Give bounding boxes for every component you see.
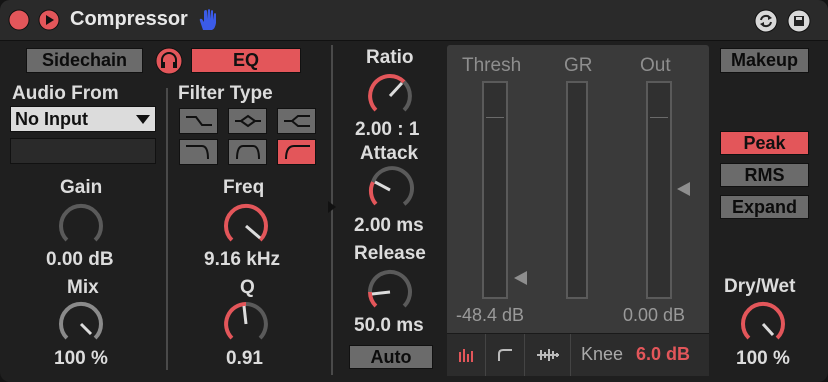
out-value: 0.00 dB	[623, 305, 686, 325]
gr-meter	[566, 81, 588, 299]
rms-button[interactable]: RMS	[720, 163, 809, 187]
release-label: Release	[354, 243, 426, 264]
filter-bell-button[interactable]	[228, 139, 267, 165]
activity-icon	[536, 349, 559, 361]
drywet-knob[interactable]	[737, 298, 789, 350]
sidechain-button[interactable]: Sidechain	[26, 48, 143, 73]
highpass-icon	[284, 145, 310, 160]
attack-value: 2.00 ms	[354, 215, 424, 236]
headphones-icon[interactable]	[155, 47, 183, 75]
mix-value: 100 %	[54, 348, 108, 369]
activity-view-button[interactable]	[525, 334, 571, 376]
attack-knob[interactable]	[364, 164, 416, 216]
out-pointer[interactable]	[677, 182, 691, 196]
audio-from-value: No Input	[15, 109, 88, 129]
mix-label: Mix	[67, 277, 99, 298]
auto-release-button[interactable]: Auto	[349, 345, 433, 369]
freq-label: Freq	[223, 177, 265, 198]
play-icon[interactable]	[38, 9, 60, 31]
filter-type-label: Filter Type	[178, 83, 273, 104]
knee-value[interactable]: 6.0 dB	[636, 344, 690, 365]
gr-header: GR	[564, 55, 593, 76]
freq-knob[interactable]	[220, 200, 272, 252]
freq-value: 9.16 kHz	[204, 249, 281, 270]
thresh-meter[interactable]	[482, 81, 508, 299]
release-value: 50.0 ms	[354, 315, 424, 336]
chevron-down-icon	[136, 115, 150, 124]
compressor-device: Compressor Sidechain EQ Audio From No In…	[0, 0, 828, 382]
lowpass-icon	[185, 145, 209, 160]
audio-from-channel-select[interactable]	[10, 138, 156, 164]
audio-from-label: Audio From	[12, 83, 119, 104]
meter-view-bar: Knee 6.0 dB	[447, 333, 709, 376]
thresh-header: Thresh	[462, 55, 522, 76]
eq-button[interactable]: EQ	[191, 48, 301, 73]
mix-knob[interactable]	[55, 298, 107, 350]
bars-icon	[459, 349, 473, 362]
filter-bandpass-low-button[interactable]	[179, 108, 218, 134]
out-header: Out	[640, 55, 671, 76]
bell-icon	[235, 145, 260, 160]
q-knob[interactable]	[220, 298, 272, 350]
swap-icon[interactable]	[754, 9, 778, 33]
curve-icon	[498, 349, 512, 361]
bandpass-high-icon	[283, 115, 310, 127]
filter-bandpass-high-button[interactable]	[277, 108, 316, 134]
attack-label: Attack	[360, 143, 419, 164]
meter-panel: Thresh GR Out -48.4 dB 0.00 dB	[447, 45, 709, 375]
bandpass-low-icon	[185, 116, 212, 126]
thresh-pointer[interactable]	[514, 271, 528, 285]
audio-from-select[interactable]: No Input	[10, 106, 156, 132]
collapsed-view-button[interactable]	[447, 334, 486, 376]
filter-notch-button[interactable]	[228, 108, 267, 134]
meter-marker	[650, 117, 668, 118]
drywet-value: 100 %	[736, 348, 790, 369]
ratio-label: Ratio	[366, 47, 414, 68]
collapse-arrow-icon[interactable]	[327, 200, 337, 214]
release-knob[interactable]	[364, 266, 416, 318]
makeup-button[interactable]: Makeup	[720, 48, 809, 73]
q-label: Q	[240, 277, 255, 298]
filter-highpass-button[interactable]	[277, 139, 316, 165]
notch-icon	[234, 114, 261, 128]
expand-button[interactable]: Expand	[720, 195, 809, 219]
out-meter	[646, 81, 672, 299]
peak-button[interactable]: Peak	[720, 131, 809, 155]
ratio-value: 2.00 : 1	[355, 119, 420, 140]
title-bar: Compressor	[0, 0, 828, 41]
meter-marker	[486, 117, 504, 118]
transfer-curve-button[interactable]	[486, 334, 525, 376]
gain-label: Gain	[60, 177, 103, 198]
gain-value: 0.00 dB	[46, 249, 114, 270]
divider	[166, 88, 168, 370]
device-on-toggle[interactable]	[8, 9, 30, 31]
q-value: 0.91	[226, 348, 263, 369]
hand-icon[interactable]	[197, 8, 219, 32]
knee-label: Knee	[581, 344, 624, 364]
gain-knob[interactable]	[55, 200, 107, 252]
drywet-label: Dry/Wet	[724, 276, 796, 297]
device-title: Compressor	[70, 8, 188, 30]
thresh-value: -48.4 dB	[456, 305, 525, 325]
ratio-knob[interactable]	[364, 70, 416, 122]
filter-lowpass-button[interactable]	[179, 139, 218, 165]
save-preset-icon[interactable]	[787, 9, 811, 33]
